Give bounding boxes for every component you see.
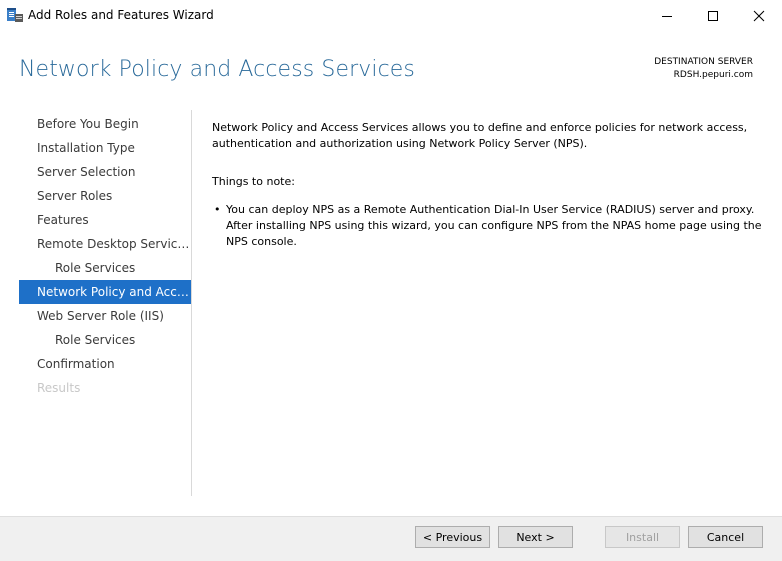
destination-server-value: RDSH.pepuri.com [673, 70, 753, 80]
notes-list: • You can deploy NPS as a Remote Authent… [212, 202, 762, 250]
nav-item-confirmation[interactable]: Confirmation [19, 352, 191, 376]
intro-text: Network Policy and Access Services allow… [212, 120, 762, 152]
next-button[interactable]: Next > [498, 526, 573, 548]
nav-item-remote-desktop-services[interactable]: Remote Desktop Services [19, 232, 191, 256]
nav-item-results: Results [37, 381, 81, 395]
bullet-line-3: NPS console. [226, 235, 297, 248]
bullet-icon: • [214, 203, 221, 216]
maximize-icon [708, 10, 718, 21]
destination-server-label: DESTINATION SERVER [654, 57, 753, 67]
server-manager-icon [7, 8, 23, 22]
minimize-button[interactable] [644, 0, 690, 31]
nav-item-web-server-role[interactable]: Web Server Role (IIS) [19, 304, 191, 328]
window-title: Add Roles and Features Wizard [28, 8, 214, 22]
nav-item-server-roles[interactable]: Server Roles [19, 184, 191, 208]
list-item: • You can deploy NPS as a Remote Authent… [212, 202, 762, 250]
cancel-button[interactable]: Cancel [688, 526, 763, 548]
close-icon [753, 10, 765, 21]
nav-item-iis-role-services[interactable]: Role Services [19, 328, 191, 352]
close-button[interactable] [736, 0, 782, 31]
title-bar: Add Roles and Features Wizard [0, 0, 782, 31]
nav-divider [191, 110, 192, 496]
bullet-line-1: You can deploy NPS as a Remote Authentic… [226, 203, 755, 216]
nav-item-features[interactable]: Features [19, 208, 191, 232]
previous-button[interactable]: < Previous [415, 526, 490, 548]
nav-item-server-selection[interactable]: Server Selection [19, 160, 191, 184]
intro-line-1: Network Policy and Access Services allow… [212, 121, 748, 134]
page-title: Network Policy and Access Services [19, 57, 415, 82]
notes-heading: Things to note: [212, 175, 295, 188]
minimize-icon [662, 15, 672, 17]
wizard-step-nav: Before You Begin Installation Type Serve… [19, 112, 191, 400]
intro-line-2: authentication and authorization using N… [212, 137, 588, 150]
install-button: Install [605, 526, 680, 548]
content-pane: Network Policy and Access Services allow… [212, 120, 762, 250]
nav-item-installation-type[interactable]: Installation Type [19, 136, 191, 160]
nav-item-before-you-begin[interactable]: Before You Begin [19, 112, 191, 136]
maximize-button[interactable] [690, 0, 736, 31]
nav-item-network-policy[interactable]: Network Policy and Acces... [19, 280, 191, 304]
nav-item-rds-role-services[interactable]: Role Services [19, 256, 191, 280]
bullet-line-2: After installing NPS using this wizard, … [226, 219, 762, 232]
